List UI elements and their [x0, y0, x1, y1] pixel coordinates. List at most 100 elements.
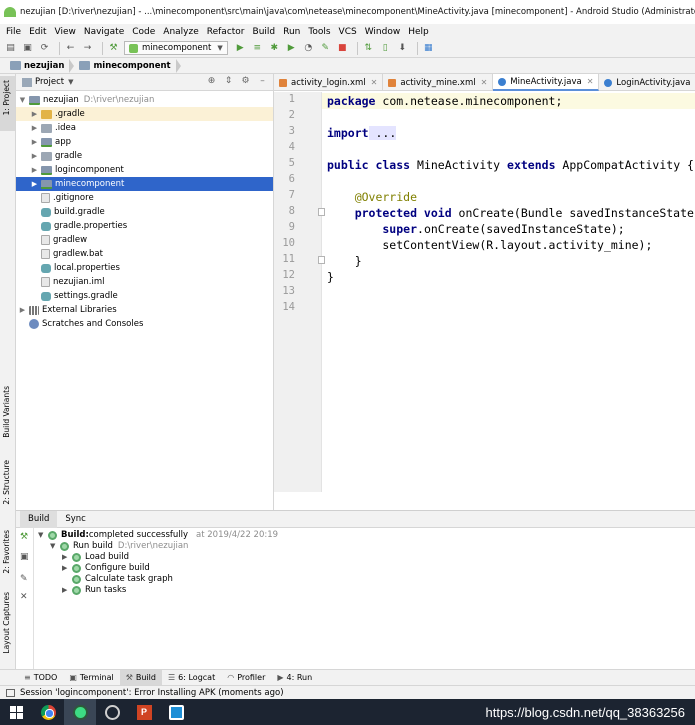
tree-item-logincomponent[interactable]: ▶ logincomponent: [16, 163, 273, 177]
chevron-right-icon[interactable]: ▶: [30, 180, 39, 188]
tree-item-external-libraries[interactable]: ▶ External Libraries: [16, 303, 273, 317]
tool-window-build[interactable]: ⚒ Build: [119, 670, 162, 685]
tree-item-gradle[interactable]: ▶ gradle: [16, 149, 273, 163]
tree-item-root[interactable]: ▼ nezujian D:\river\nezujian: [16, 93, 273, 107]
tree-item-minecomponent[interactable]: ▶ minecomponent: [16, 177, 273, 191]
menu-vcs[interactable]: VCS: [339, 27, 357, 37]
tree-item-local-properties[interactable]: local.properties: [16, 261, 273, 275]
sdk-manager-icon[interactable]: ⬇: [396, 42, 409, 55]
avd-manager-icon[interactable]: ▯: [379, 42, 392, 55]
tab-build[interactable]: Build: [20, 510, 58, 528]
collapse-all-icon[interactable]: ⇕: [222, 76, 235, 86]
taskbar-android-studio[interactable]: [64, 699, 96, 725]
code-editor[interactable]: package com.netease.minecomponent; impor…: [327, 93, 695, 493]
fold-marker-icon[interactable]: [318, 256, 325, 264]
close-icon[interactable]: ✕: [481, 78, 488, 87]
sync-icon[interactable]: ⟳: [38, 42, 51, 55]
menu-view[interactable]: View: [55, 27, 76, 37]
run-configuration-select[interactable]: minecomponent ▼: [124, 41, 228, 55]
save-all-icon[interactable]: ▣: [21, 42, 34, 55]
status-message[interactable]: Session 'logincomponent': Error Installi…: [20, 688, 284, 698]
back-icon[interactable]: ←: [64, 42, 77, 55]
debug-icon[interactable]: ✱: [268, 42, 281, 55]
forward-icon[interactable]: →: [81, 42, 94, 55]
close-icon[interactable]: ✕: [587, 77, 594, 86]
chevron-down-icon[interactable]: ▼: [18, 96, 27, 104]
menu-edit[interactable]: Edit: [29, 27, 46, 37]
tool-window-layout-captures[interactable]: Layout Captures: [2, 592, 11, 654]
toggle-tool-windows-icon[interactable]: [6, 688, 15, 697]
tab-sync[interactable]: Sync: [57, 511, 94, 528]
menu-run[interactable]: Run: [283, 27, 300, 37]
menu-window[interactable]: Window: [365, 27, 401, 37]
profile-icon[interactable]: ◔: [302, 42, 315, 55]
menu-file[interactable]: File: [6, 27, 21, 37]
tree-item-idea[interactable]: ▶ .idea: [16, 121, 273, 135]
tab-activity-mine-xml[interactable]: activity_mine.xml ✕: [383, 74, 494, 91]
toggle-view-icon[interactable]: ▣: [20, 552, 29, 562]
tool-window-logcat[interactable]: ☰ 6: Logcat: [162, 670, 221, 685]
chevron-right-icon[interactable]: ▶: [30, 124, 39, 132]
apply-changes-icon[interactable]: ≡: [251, 42, 264, 55]
menu-tools[interactable]: Tools: [308, 27, 330, 37]
tool-window-build-variants[interactable]: Build Variants: [2, 386, 11, 438]
tool-window-structure[interactable]: 2: Structure: [2, 460, 11, 505]
chevron-down-icon[interactable]: ▼: [50, 542, 60, 550]
pin-icon[interactable]: ✎: [20, 574, 28, 584]
chevron-right-icon[interactable]: ▶: [62, 564, 72, 572]
tab-login-activity-java[interactable]: LoginActivity.java ✕: [599, 74, 695, 91]
menu-refactor[interactable]: Refactor: [207, 27, 245, 37]
stop-icon[interactable]: ■: [336, 42, 349, 55]
project-structure-icon[interactable]: ▦: [422, 42, 435, 55]
chevron-right-icon[interactable]: ▶: [30, 138, 39, 146]
tree-item-settings-gradle[interactable]: settings.gradle: [16, 289, 273, 303]
breadcrumb-item-minecomponent[interactable]: minecomponent: [75, 59, 174, 73]
menu-code[interactable]: Code: [132, 27, 155, 37]
tree-item-gradle-dir[interactable]: ▶ .gradle: [16, 107, 273, 121]
tree-item-nezujian-iml[interactable]: nezujian.iml: [16, 275, 273, 289]
chevron-down-icon[interactable]: ▼: [38, 531, 48, 539]
taskbar-app[interactable]: [96, 699, 128, 725]
tool-window-run[interactable]: ▶ 4: Run: [271, 670, 318, 685]
tab-mine-activity-java[interactable]: MineActivity.java ✕: [493, 74, 600, 91]
chevron-right-icon[interactable]: ▶: [30, 152, 39, 160]
coverage-icon[interactable]: ▶: [285, 42, 298, 55]
taskbar-ide[interactable]: [160, 699, 192, 725]
tool-window-favorites[interactable]: 2: Favorites: [2, 530, 11, 574]
build-hammer-icon[interactable]: ⚒: [107, 42, 120, 55]
chevron-right-icon[interactable]: ▶: [18, 306, 27, 314]
tree-item-gradlew-bat[interactable]: gradlew.bat: [16, 247, 273, 261]
tree-item-gradlew[interactable]: gradlew: [16, 233, 273, 247]
chevron-right-icon[interactable]: ▶: [62, 586, 72, 594]
gear-icon[interactable]: ⚙: [239, 76, 252, 86]
breadcrumb-item-nezujian[interactable]: nezujian: [6, 59, 68, 73]
tool-window-profiler[interactable]: ◠ Profiler: [221, 670, 271, 685]
chevron-right-icon[interactable]: ▶: [30, 110, 39, 118]
menu-navigate[interactable]: Navigate: [84, 27, 124, 37]
taskbar-powerpoint[interactable]: P: [128, 699, 160, 725]
project-view-selector[interactable]: Project ▼: [22, 77, 73, 87]
close-icon[interactable]: ✕: [20, 592, 28, 602]
close-icon[interactable]: ✕: [371, 78, 378, 87]
chevron-right-icon[interactable]: ▶: [30, 166, 39, 174]
tool-window-todo[interactable]: ≡ TODO: [18, 670, 63, 685]
open-folder-icon[interactable]: ▤: [4, 42, 17, 55]
menu-analyze[interactable]: Analyze: [163, 27, 198, 37]
hide-panel-icon[interactable]: –: [256, 76, 269, 86]
fold-marker-icon[interactable]: [318, 208, 325, 216]
tree-item-app[interactable]: ▶ app: [16, 135, 273, 149]
taskbar-chrome[interactable]: [32, 699, 64, 725]
run-icon[interactable]: ▶: [234, 42, 247, 55]
build-task-row[interactable]: ▶ Run tasks: [62, 584, 126, 596]
tab-activity-login-xml[interactable]: activity_login.xml ✕: [274, 74, 384, 91]
attach-debugger-icon[interactable]: ✎: [319, 42, 332, 55]
build-hammer-icon[interactable]: ⚒: [20, 532, 28, 542]
locate-file-icon[interactable]: ⊕: [205, 76, 218, 86]
tree-item-gitignore[interactable]: .gitignore: [16, 191, 273, 205]
menu-build[interactable]: Build: [253, 27, 276, 37]
sync-gradle-icon[interactable]: ⇅: [362, 42, 375, 55]
start-button[interactable]: [0, 699, 32, 725]
tree-item-scratches[interactable]: Scratches and Consoles: [16, 317, 273, 331]
chevron-right-icon[interactable]: ▶: [62, 553, 72, 561]
tool-window-project[interactable]: 1: Project: [2, 80, 11, 115]
